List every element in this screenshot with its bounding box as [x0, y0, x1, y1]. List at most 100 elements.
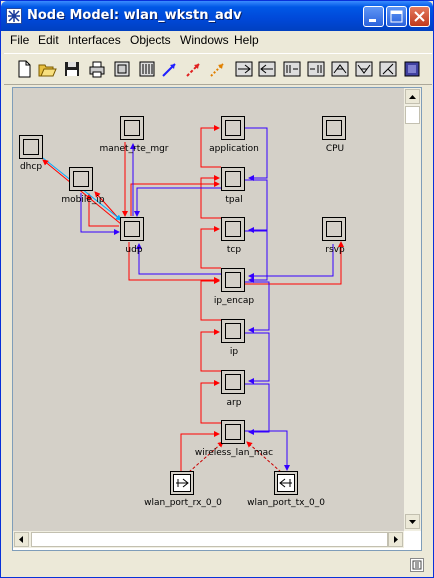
scroll-right-button[interactable] — [388, 532, 403, 547]
menu-bar: File Edit Interfaces Objects Windows Hel… — [4, 31, 432, 50]
open-icon — [38, 64, 57, 77]
minimize-icon — [369, 19, 376, 22]
queue-icon — [139, 61, 155, 77]
packet-stream-tool[interactable] — [160, 59, 180, 79]
node-mobile-ip[interactable] — [69, 167, 93, 191]
radio-tx-icon — [355, 61, 373, 77]
antenna-tool[interactable] — [378, 59, 398, 79]
label-udp: udp — [125, 245, 143, 255]
label-manet-rte-mgr: manet_rte_mgr — [99, 144, 169, 154]
node-wireless-lan-mac[interactable] — [221, 420, 245, 444]
stream-mac-arp — [200, 380, 221, 424]
title-bar[interactable]: Node Model: wlan_wkstn_adv — [1, 1, 433, 31]
horizontal-scrollbar[interactable] — [13, 531, 404, 548]
node-application[interactable] — [221, 116, 245, 140]
node-dhcp[interactable] — [19, 135, 43, 159]
stream-udp-tpal — [130, 181, 220, 216]
vertical-scrollbar[interactable] — [404, 88, 421, 531]
association-tool[interactable] — [208, 59, 228, 79]
save-button[interactable] — [62, 59, 82, 79]
menu-help[interactable]: Help — [234, 33, 259, 47]
label-application: application — [209, 144, 259, 154]
new-icon — [18, 60, 31, 78]
minimize-button[interactable] — [363, 6, 384, 27]
node-tcp[interactable] — [221, 217, 245, 241]
maximize-icon — [390, 10, 403, 23]
menu-objects[interactable]: Objects — [130, 33, 171, 47]
window-title: Node Model: wlan_wkstn_adv — [27, 8, 242, 23]
node-wlan-port-tx[interactable] — [274, 471, 298, 495]
statwire-tool[interactable] — [184, 59, 204, 79]
bus-tx-tool[interactable] — [306, 59, 326, 79]
stream-tpal-tcp — [245, 179, 268, 233]
print-button[interactable] — [87, 59, 107, 79]
menu-edit[interactable]: Edit — [38, 33, 59, 47]
label-tpal: tpal — [225, 195, 243, 205]
horizontal-scroll-thumb[interactable] — [31, 532, 388, 547]
bus-rx-tool[interactable] — [282, 59, 302, 79]
menu-file[interactable]: File — [10, 33, 29, 47]
stream-tpal-udp — [134, 187, 221, 217]
processor-tool[interactable] — [112, 59, 132, 79]
app-icon[interactable] — [6, 8, 22, 24]
toolbar — [4, 53, 432, 85]
packet-stream-icon — [162, 63, 176, 77]
radio-rx-tool[interactable] — [330, 59, 350, 79]
bus-tx-icon — [307, 61, 325, 77]
stream-ip-encap-udp — [136, 243, 221, 275]
menu-windows[interactable]: Windows — [180, 33, 229, 47]
maximize-button[interactable] — [386, 6, 407, 27]
node-cpu[interactable] — [322, 116, 346, 140]
node-ip[interactable] — [221, 319, 245, 343]
label-rsvp: rsvp — [325, 245, 345, 255]
scroll-left-button[interactable] — [14, 532, 29, 547]
save-icon — [65, 62, 79, 76]
processor-icon — [114, 61, 130, 77]
close-icon — [414, 11, 425, 22]
node-rsvp[interactable] — [322, 217, 346, 241]
node-ip-encap[interactable] — [221, 268, 245, 292]
radio-tx-icon — [279, 478, 292, 488]
open-button[interactable] — [37, 59, 57, 79]
stream-arp-ip — [200, 329, 221, 372]
external-system-tool[interactable] — [402, 59, 422, 79]
scroll-up-button[interactable] — [405, 89, 420, 104]
pt-rx-tool[interactable] — [234, 59, 254, 79]
point-to-point-tx-icon — [258, 61, 276, 77]
node-tpal[interactable] — [221, 167, 245, 191]
point-to-point-rx-icon — [235, 61, 253, 77]
new-button[interactable] — [14, 59, 34, 79]
node-udp[interactable] — [120, 217, 144, 241]
arrow-up-icon — [409, 95, 416, 99]
packet-streams — [42, 125, 344, 473]
label-wlan-port-rx: wlan_port_rx_0_0 — [144, 498, 222, 508]
menu-interfaces[interactable]: Interfaces — [68, 33, 121, 47]
node-editor-canvas[interactable]: dhcp manet_rte_mgr application CPU mobil… — [13, 88, 404, 531]
arrow-right-icon — [394, 536, 398, 543]
node-model-window: Node Model: wlan_wkstn_adv File Edit Int… — [0, 0, 434, 578]
label-wlan-port-tx: wlan_port_tx_0_0 — [247, 498, 325, 508]
arrow-left-icon — [19, 536, 23, 543]
scroll-down-button[interactable] — [405, 514, 420, 529]
label-tcp: tcp — [226, 245, 242, 255]
radio-rx-icon — [331, 61, 349, 77]
label-dhcp: dhcp — [19, 162, 43, 172]
stream-ip-encap-ip — [245, 281, 270, 333]
close-button[interactable] — [409, 6, 430, 27]
label-ip: ip — [229, 347, 239, 357]
pt-tx-tool[interactable] — [257, 59, 277, 79]
bus-rx-icon — [283, 61, 301, 77]
label-cpu: CPU — [325, 144, 345, 154]
label-mobile-ip: mobile_ip — [61, 195, 105, 205]
stream-tcp-ip-encap — [245, 230, 268, 283]
radio-tx-tool[interactable] — [354, 59, 374, 79]
node-arp[interactable] — [221, 370, 245, 394]
antenna-icon — [379, 61, 397, 77]
vertical-scroll-thumb[interactable] — [405, 106, 420, 124]
status-icon[interactable] — [410, 558, 424, 572]
queue-tool[interactable] — [137, 59, 157, 79]
label-wireless-lan-mac: wireless_lan_mac — [194, 448, 274, 458]
node-wlan-port-rx[interactable] — [170, 471, 194, 495]
node-manet-rte-mgr[interactable] — [120, 116, 144, 140]
stream-ip-encap-tcp — [200, 226, 221, 269]
